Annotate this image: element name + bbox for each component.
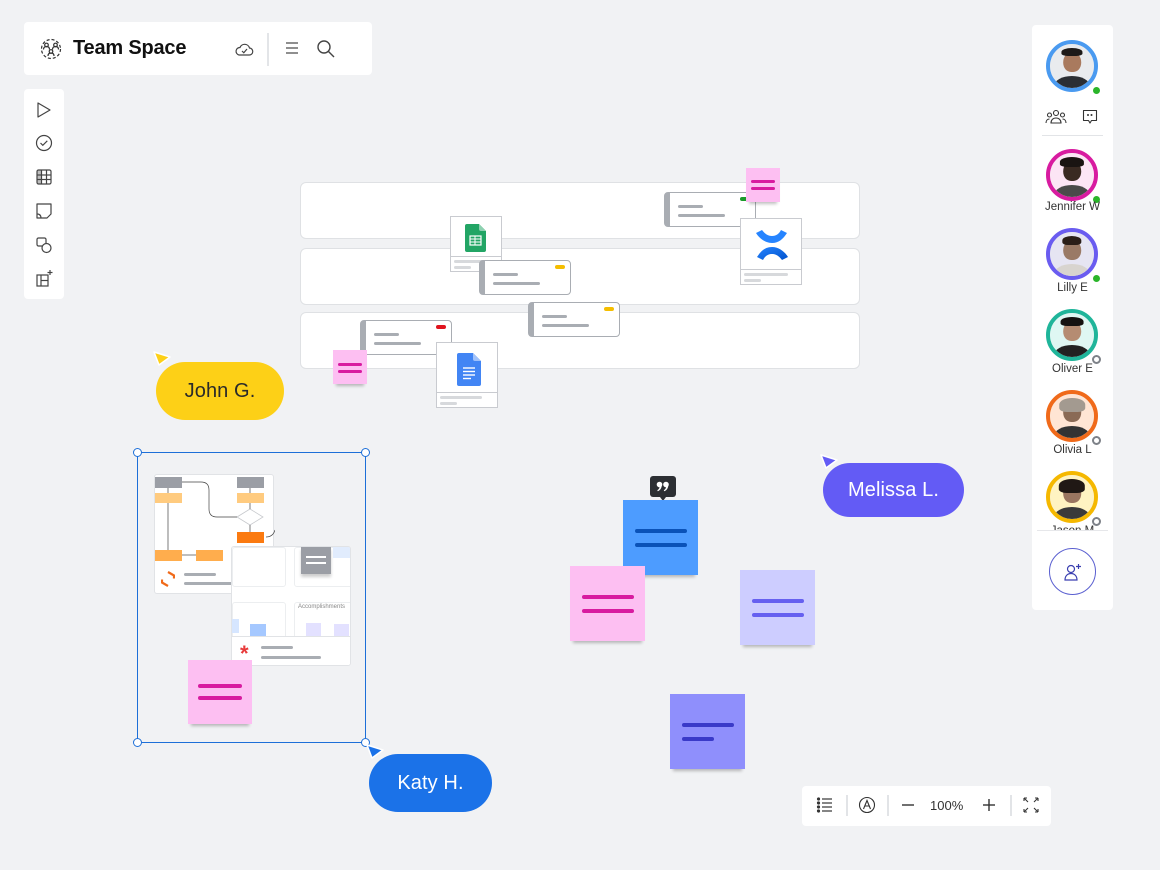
menu-icon[interactable] [284, 40, 300, 56]
collaborator-name: Olivia L [1053, 444, 1092, 456]
lucid-logo-icon [161, 571, 175, 587]
status-tag-yellow [604, 307, 614, 311]
search-icon[interactable] [316, 39, 336, 59]
shapes-icon[interactable] [34, 235, 54, 255]
google-docs-embed[interactable] [436, 342, 498, 408]
sticky-note[interactable] [188, 660, 252, 724]
collaborator-name: Oliver E [1052, 363, 1093, 375]
sticky-note[interactable] [623, 500, 698, 575]
check-circle-icon[interactable] [34, 133, 54, 153]
panel-label: Accomplishments [298, 604, 346, 610]
cursor-label-katy-h: Katy H. [369, 754, 492, 812]
task-card[interactable] [479, 260, 571, 295]
fullscreen-icon[interactable] [1022, 796, 1040, 814]
sticky-note[interactable] [570, 566, 645, 641]
google-docs-icon [457, 353, 481, 386]
collaborator-name: Lilly E [1057, 282, 1088, 294]
page-title: Team Space [73, 37, 187, 59]
collaborator-avatar[interactable] [1046, 390, 1101, 445]
collaborator-name: Jennifer W [1045, 201, 1100, 213]
sticky-note[interactable] [740, 570, 815, 645]
resize-handle-top-left[interactable] [133, 448, 142, 457]
navigator-icon[interactable] [858, 796, 876, 814]
collaborator-avatar[interactable] [1046, 228, 1101, 283]
collaborator-avatar[interactable] [1046, 471, 1101, 526]
team-icon [40, 38, 62, 60]
cursor-label-john-g: John G. [156, 362, 284, 420]
sticky-note[interactable] [746, 168, 780, 202]
confluence-icon [756, 230, 788, 260]
confluence-embed[interactable] [740, 218, 802, 285]
header-divider [267, 33, 269, 66]
google-sheets-icon [465, 224, 486, 252]
resize-handle-top-right[interactable] [361, 448, 370, 457]
current-user-avatar[interactable] [1046, 40, 1101, 95]
board-embed[interactable]: Accomplishments s * [231, 546, 351, 666]
zoom-bar: 100% [802, 786, 1051, 826]
participants-icon[interactable] [1045, 109, 1067, 125]
add-user-icon [1063, 563, 1081, 581]
invite-button[interactable] [1049, 548, 1096, 595]
status-online-indicator [1092, 86, 1101, 95]
sticky-note [301, 547, 331, 574]
zoom-in-icon[interactable] [981, 796, 997, 814]
status-tag-yellow [555, 265, 565, 269]
collaborator-avatar[interactable] [1046, 309, 1101, 364]
zoom-out-icon[interactable] [900, 796, 916, 814]
task-card[interactable] [528, 302, 620, 337]
top-header: Team Space [24, 22, 372, 75]
sticky-note[interactable] [333, 350, 367, 384]
comment-bubble[interactable] [650, 476, 676, 501]
status-tag-red [436, 325, 446, 329]
sticky-note[interactable] [670, 694, 745, 769]
quote-icon [656, 481, 669, 492]
pointer-icon[interactable] [34, 100, 54, 120]
add-frame-icon[interactable] [34, 269, 54, 289]
cursor-label-melissa-l: Melissa L. [823, 463, 964, 517]
left-toolbar [24, 89, 64, 299]
table-icon[interactable] [34, 167, 54, 187]
collaborators-panel: Jennifer W Lilly E Oliver E Olivia L Jas… [1032, 25, 1113, 610]
resize-handle-bottom-left[interactable] [133, 738, 142, 747]
cloud-saved-icon[interactable] [234, 40, 254, 58]
outline-list-icon[interactable] [816, 796, 834, 814]
sticky-note-icon[interactable] [34, 201, 54, 221]
comments-icon[interactable] [1082, 109, 1098, 125]
collaborator-avatar[interactable] [1046, 149, 1101, 204]
zoom-level: 100% [930, 798, 964, 813]
